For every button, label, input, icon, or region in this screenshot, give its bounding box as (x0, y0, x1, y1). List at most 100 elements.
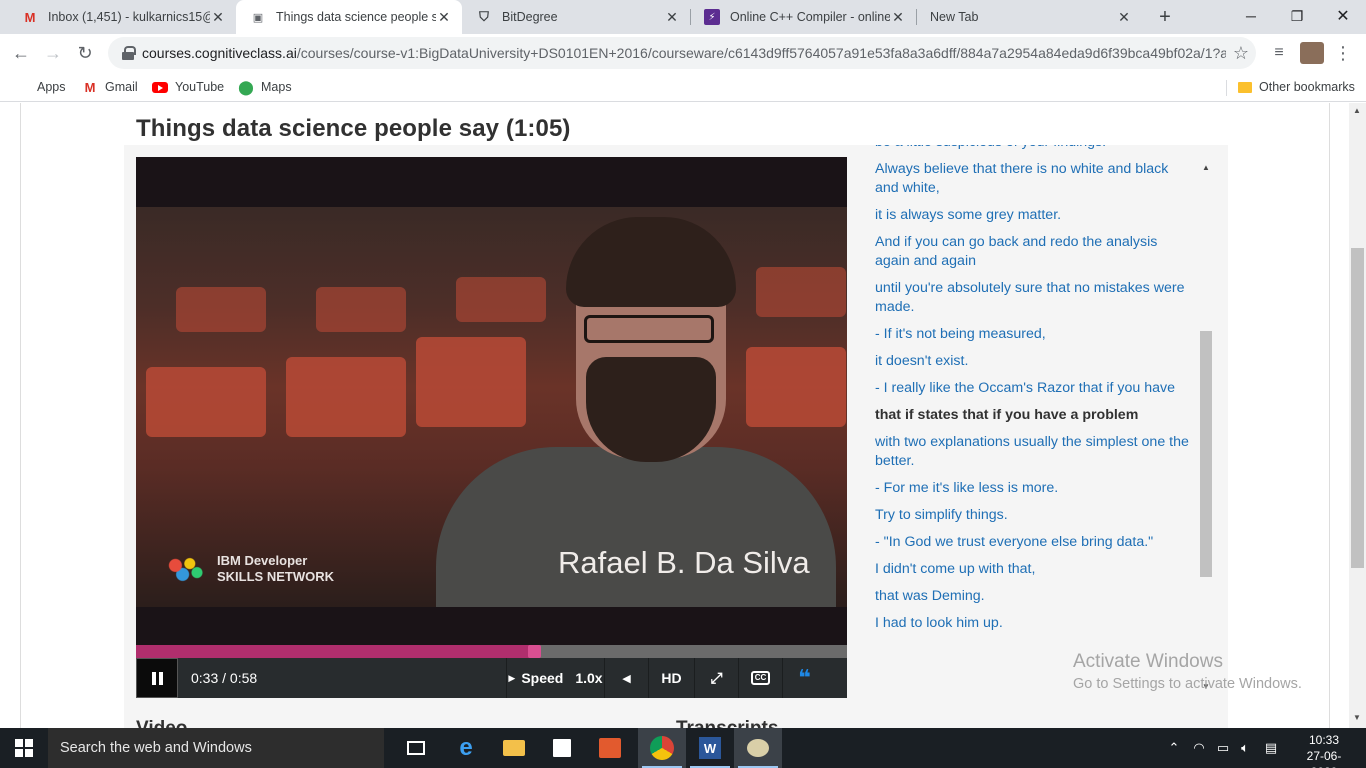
menu-kebab-icon[interactable]: ⋮ (1332, 42, 1354, 64)
transcript-line[interactable]: - For me it's like less is more. (875, 479, 1190, 498)
gmail-icon: M (84, 79, 96, 95)
other-bookmarks[interactable]: Other bookmarks (1238, 77, 1355, 97)
close-tab-icon[interactable]: ✕ (1116, 9, 1132, 26)
tab-gmail[interactable]: M Inbox (1,451) - kulkarnics15@g ✕ (8, 0, 236, 34)
start-button[interactable] (0, 728, 48, 768)
scroll-up-icon[interactable]: ▲ (1202, 163, 1210, 172)
scroll-up-icon[interactable]: ▲ (1353, 106, 1361, 115)
content-border (20, 103, 21, 728)
speaker-glasses (584, 315, 714, 343)
transcript-scrollbar[interactable]: ▲ ▼ (1199, 159, 1215, 691)
transcript-line[interactable]: And if you can go back and redo the anal… (875, 233, 1190, 271)
transcript-toggle-button[interactable]: ❝ (782, 658, 826, 698)
scrollbar-thumb[interactable] (1200, 331, 1212, 577)
tab-title: Inbox (1,451) - kulkarnics15@g (48, 10, 210, 24)
bookmark-youtube[interactable]: YouTube (152, 77, 224, 97)
maximize-button[interactable]: ❐ (1274, 0, 1320, 32)
wifi-icon[interactable]: ◠ (1188, 728, 1210, 768)
edge-icon: e (459, 734, 473, 761)
chrome-app[interactable] (638, 728, 686, 768)
close-window-button[interactable]: ✕ (1320, 0, 1366, 32)
transcript-line[interactable]: until you're absolutely sure that no mis… (875, 279, 1190, 317)
reload-button[interactable]: ↻ (70, 38, 100, 68)
volume-muted-icon[interactable]: 🔈︎ (1234, 728, 1256, 768)
speed-label: Speed (521, 670, 564, 686)
speed-button[interactable]: ▶ Speed 1.0x (506, 658, 604, 698)
bookmark-gmail[interactable]: M Gmail (82, 77, 138, 97)
close-tab-icon[interactable]: ✕ (664, 9, 680, 26)
transcript-line[interactable]: I had to look him up. (875, 614, 1190, 633)
task-view-icon (407, 741, 425, 755)
transcript-line[interactable]: - If it's not being measured, (875, 325, 1190, 344)
bookmark-star-icon[interactable]: ☆ (1226, 43, 1256, 64)
profile-avatar[interactable] (1300, 42, 1324, 64)
transcript-line[interactable]: - "In God we trust everyone else bring d… (875, 533, 1190, 552)
file-explorer-app[interactable] (490, 728, 538, 768)
tab-title: Things data science people say (276, 10, 436, 24)
caret-right-icon: ▶ (508, 672, 516, 683)
taskbar-clock[interactable]: 10:33 27-06-2020 (1296, 732, 1352, 768)
logo-line1: IBM Developer (217, 553, 308, 568)
fullscreen-button[interactable]: ⤢ (694, 658, 738, 698)
video-progress-bar[interactable] (136, 645, 847, 658)
back-button[interactable]: ← (6, 38, 36, 68)
browser-toolbar: ← → ↻ courses.cognitiveclass.ai/courses/… (0, 34, 1366, 72)
tab-bitdegree[interactable]: ⛉ BitDegree ✕ (462, 0, 690, 34)
tab-compiler[interactable]: ⚡ Online C++ Compiler - online e ✕ (690, 0, 916, 34)
transcript-panel[interactable]: be a little suspicious of your findings.… (875, 145, 1195, 645)
office-app[interactable] (586, 728, 634, 768)
transcript-line[interactable]: that if states that if you have a proble… (875, 406, 1190, 425)
scroll-down-icon[interactable]: ▼ (1353, 713, 1361, 722)
gmail-icon: M (24, 9, 36, 25)
watermark-line2: Go to Settings to activate Windows. (1073, 676, 1302, 692)
transcript-line[interactable]: Always believe that there is no white an… (875, 160, 1190, 198)
background-seat (456, 277, 546, 322)
edge-app[interactable]: e (442, 728, 490, 768)
store-app[interactable] (538, 728, 586, 768)
tab-newtab[interactable]: New Tab ✕ (916, 0, 1142, 34)
search-placeholder: Search the web and Windows (60, 740, 252, 756)
transcript-line[interactable]: - I really like the Occam's Razor that i… (875, 379, 1190, 398)
transcript-line[interactable]: with two explanations usually the simple… (875, 433, 1190, 471)
close-tab-icon[interactable]: ✕ (210, 9, 226, 26)
transcript-line[interactable]: be a little suspicious of your findings. (875, 145, 1190, 152)
tab-title: BitDegree (502, 10, 558, 24)
pause-button[interactable] (136, 658, 178, 698)
transcript-line[interactable]: that was Deming. (875, 587, 1190, 606)
new-tab-button[interactable]: + (1152, 4, 1178, 30)
bookmark-maps[interactable]: ⬤ Maps (238, 77, 291, 97)
captions-button[interactable]: CC (738, 658, 782, 698)
action-center-icon[interactable]: ▤ (1260, 728, 1282, 768)
paint-app[interactable] (734, 728, 782, 768)
transcript-line[interactable]: it doesn't exist. (875, 352, 1190, 371)
tab-course[interactable]: ▣ Things data science people say ✕ (236, 0, 462, 34)
show-hidden-icons[interactable]: ⌃ (1164, 728, 1184, 768)
address-bar[interactable]: courses.cognitiveclass.ai/courses/course… (108, 37, 1256, 69)
battery-icon[interactable]: ▭ (1212, 728, 1234, 768)
watermark-line1: Activate Windows (1073, 651, 1223, 672)
url-text[interactable]: courses.cognitiveclass.ai/courses/course… (142, 45, 1226, 61)
page-scrollbar[interactable]: ▲ ▼ (1349, 103, 1366, 728)
progress-handle[interactable] (528, 645, 541, 658)
video-player[interactable]: IBM Developer SKILLS NETWORK Rafael B. D… (136, 157, 847, 658)
paint-palette-icon (747, 739, 769, 757)
transcript-line[interactable]: I didn't come up with that, (875, 560, 1190, 579)
bookmark-apps[interactable]: Apps (14, 77, 66, 97)
tab-strip: M Inbox (1,451) - kulkarnics15@g ✕ ▣ Thi… (0, 0, 1366, 34)
transcript-line[interactable]: Try to simplify things. (875, 506, 1190, 525)
speaker-name-caption: Rafael B. Da Silva (558, 545, 810, 580)
forward-button[interactable]: → (38, 38, 68, 68)
minimize-button[interactable]: ─ (1228, 0, 1274, 32)
close-tab-icon[interactable]: ✕ (436, 9, 452, 26)
bookmark-label: Apps (37, 80, 66, 94)
taskbar-search[interactable]: Search the web and Windows (48, 728, 384, 768)
task-view-button[interactable] (392, 728, 440, 768)
word-app[interactable]: W (686, 728, 734, 768)
scrollbar-thumb[interactable] (1351, 248, 1364, 568)
transcript-line[interactable]: it is always some grey matter. (875, 206, 1190, 225)
volume-button[interactable]: ◀ (604, 658, 648, 698)
hd-button[interactable]: HD (648, 658, 694, 698)
media-control-icon[interactable]: ≡ (1268, 42, 1290, 64)
close-tab-icon[interactable]: ✕ (890, 9, 906, 26)
bookmark-label: Gmail (105, 80, 138, 94)
